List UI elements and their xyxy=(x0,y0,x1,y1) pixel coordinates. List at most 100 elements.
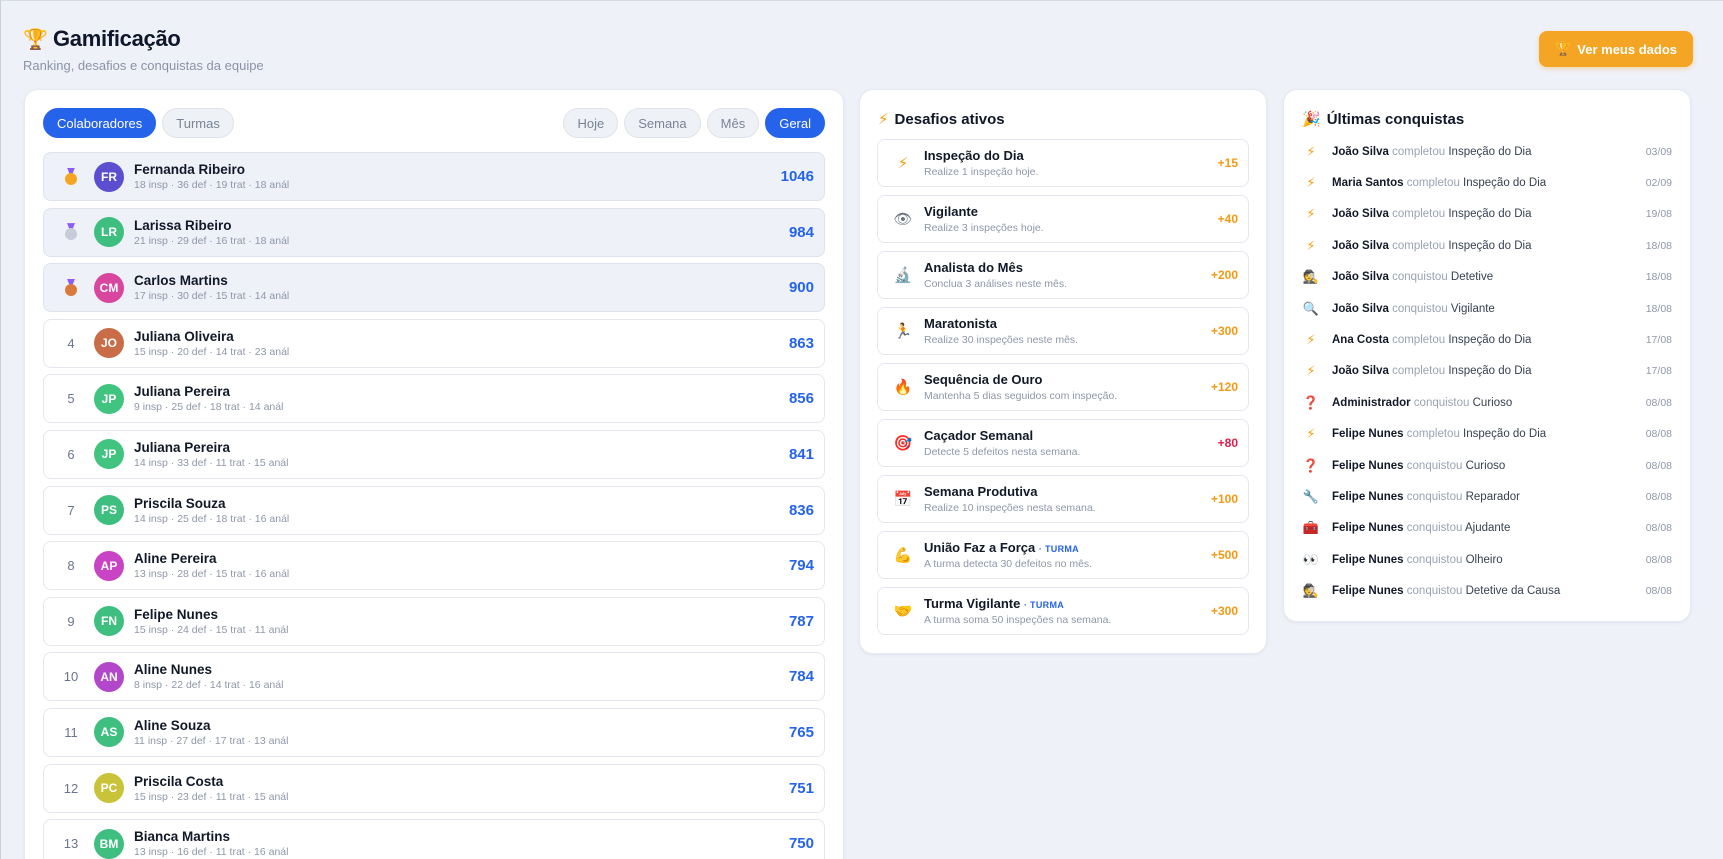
achievement-name: Inspeção do Dia xyxy=(1463,177,1547,190)
achievements-card: 🎉 Últimas conquistas ⚡ João Silva complet… xyxy=(1283,89,1691,622)
person-info: Larissa Ribeiro 21 insp · 29 def · 16 tra… xyxy=(134,218,789,247)
person-info: Bianca Martins 13 insp · 16 def · 11 trat… xyxy=(134,829,789,858)
challenges-card: ⚡ Desafios ativos ⚡ Inspeção do Dia Realiz… xyxy=(859,89,1267,654)
person-stats: 15 insp · 20 def · 14 trat · 23 anál xyxy=(134,345,290,358)
challenge-points: +500 xyxy=(1210,548,1238,562)
ranking-row[interactable]: 9 FN Felipe Nunes 15 insp · 24 def · 15 tra… xyxy=(43,596,825,646)
tab-period-3[interactable]: Geral xyxy=(765,108,825,138)
person-name: Aline Nunes xyxy=(134,662,213,678)
rank-position: 13 xyxy=(63,836,79,852)
achievement-date: 17/08 xyxy=(1645,334,1672,347)
achievement-text: João Silva completou Inspeção do Dia xyxy=(1332,208,1646,220)
achievement-date: 08/08 xyxy=(1645,428,1672,441)
achievement-verb: conquistou xyxy=(1406,459,1463,472)
achievement-item: ⚡ João Silva completou Inspeção do Dia 19/… xyxy=(1302,199,1672,230)
rank-position: 11 xyxy=(64,724,78,740)
achievement-name: Ajudante xyxy=(1464,522,1511,535)
achievements-header: 🎉 Últimas conquistas xyxy=(1302,110,1464,129)
ranking-row[interactable]: FR Fernanda Ribeiro 18 insp · 36 def · 19 … xyxy=(43,152,825,201)
achievement-text: Felipe Nunes conquistou Olheiro xyxy=(1332,554,1646,566)
ranking-row[interactable]: 13 BM Bianca Martins 13 insp · 16 def · 11 … xyxy=(43,819,825,859)
avatar: JO xyxy=(94,328,124,359)
achievement-date: 18/08 xyxy=(1645,271,1672,284)
tab-period-2[interactable]: Mês xyxy=(706,108,760,138)
tab-scope-1[interactable]: Turmas xyxy=(162,108,234,138)
ranking-row[interactable]: CM Carlos Martins 17 insp · 30 def · 15 tr… xyxy=(43,263,825,313)
tab-period-0[interactable]: Hoje xyxy=(563,108,619,138)
ranking-row[interactable]: 10 AN Aline Nunes 8 insp · 22 def · 14 trat… xyxy=(43,652,825,702)
avatar: BM xyxy=(94,828,124,859)
achievement-verb: conquistou xyxy=(1406,553,1463,566)
points-value: 856 xyxy=(788,390,814,408)
achievement-text: Administrador conquistou Curioso xyxy=(1332,397,1646,409)
points-value: 751 xyxy=(788,779,814,797)
achievement-item: ❓ Administrador conquistou Curioso 08/08 xyxy=(1302,387,1672,418)
achievement-text: João Silva completou Inspeção do Dia xyxy=(1332,146,1646,158)
challenge-item[interactable]: 🤝 Turma Vigilante · TURMA A turma soma 50 … xyxy=(877,587,1249,635)
tab-period-1[interactable]: Semana xyxy=(624,108,701,138)
bolt-icon: ⚡ xyxy=(1306,426,1316,442)
challenge-name-row: Semana Produtiva xyxy=(924,484,1211,499)
view-my-data-button[interactable]: 🏆 Ver meus dados xyxy=(1539,31,1693,67)
person-name: Carlos Martins xyxy=(134,273,228,289)
rank-position: 8 xyxy=(67,558,75,574)
challenge-item[interactable]: 🎯 Caçador Semanal Detecte 5 defeitos nesta… xyxy=(877,419,1249,467)
points-value: 984 xyxy=(788,223,814,241)
ranking-row[interactable]: 11 AS Aline Souza 11 insp · 27 def · 17 tra… xyxy=(43,707,825,757)
person-info: Aline Pereira 13 insp · 28 def · 15 trat … xyxy=(134,551,789,580)
points-value: 750 xyxy=(788,835,814,853)
avatar: AP xyxy=(94,550,124,581)
points-value: 784 xyxy=(788,668,814,686)
achievement-user: João Silva xyxy=(1332,302,1389,315)
challenge-item[interactable]: 🔥 Sequência de Ouro Mantenha 5 dias seguid… xyxy=(877,363,1249,411)
avatar: CM xyxy=(94,272,124,303)
achievement-user: Felipe Nunes xyxy=(1332,553,1404,566)
challenges-title: Desafios ativos xyxy=(894,110,1005,128)
achievement-user: João Silva xyxy=(1332,239,1389,252)
person-info: Priscila Souza 14 insp · 25 def · 18 trat… xyxy=(134,496,789,525)
person-info: Juliana Pereira 14 insp · 33 def · 11 tra… xyxy=(134,440,789,469)
avatar: JP xyxy=(94,383,124,414)
person-name: Larissa Ribeiro xyxy=(134,217,232,233)
challenge-item[interactable]: 📅 Semana Produtiva Realize 10 inspeções ne… xyxy=(877,475,1249,523)
person-stats: 13 insp · 28 def · 15 trat · 16 anál xyxy=(134,568,290,581)
challenge-item[interactable]: 💪 União Faz a Força · TURMA A turma detect… xyxy=(877,531,1249,579)
achievement-verb: completou xyxy=(1392,208,1446,221)
achievement-item: ⚡ João Silva completou Inspeção do Dia 03/… xyxy=(1302,136,1672,167)
ranking-row[interactable]: 5 JP Juliana Pereira 9 insp · 25 def · 18 t… xyxy=(43,374,825,424)
achievement-item: ⚡ João Silva completou Inspeção do Dia 17/… xyxy=(1302,356,1672,387)
bolt-icon: ⚡ xyxy=(1306,175,1316,191)
ranking-card: Colaboradores Turmas Hoje Semana Mês Geral F… xyxy=(24,89,844,859)
person-name: Aline Souza xyxy=(134,717,211,733)
ranking-row[interactable]: 4 JO Juliana Oliveira 15 insp · 20 def · 14… xyxy=(43,318,825,368)
ranking-row[interactable]: 6 JP Juliana Pereira 14 insp · 33 def · 11 … xyxy=(43,429,825,479)
person-stats: 11 insp · 27 def · 17 trat · 13 anál xyxy=(134,734,289,747)
person-name: Bianca Martins xyxy=(134,829,231,845)
achievement-name: Inspeção do Dia xyxy=(1448,208,1532,221)
challenge-item[interactable]: ⚡ Inspeção do Dia Realize 1 inspeção hoje.… xyxy=(877,139,1249,187)
challenge-item[interactable]: 👁 Vigilante Realize 3 inspeções hoje. +40 xyxy=(877,195,1249,243)
eyes-icon: 👀 xyxy=(1302,551,1320,567)
ranking-row[interactable]: 7 PS Priscila Souza 14 insp · 25 def · 18 t… xyxy=(43,485,825,535)
avatar: PS xyxy=(94,495,124,526)
achievement-text: João Silva conquistou Vigilante xyxy=(1332,303,1646,315)
achievement-date: 08/08 xyxy=(1645,553,1672,566)
ranking-row[interactable]: 8 AP Aline Pereira 13 insp · 28 def · 15 tr… xyxy=(43,541,825,591)
challenge-text: Turma Vigilante · TURMA A turma soma 50 i… xyxy=(924,596,1211,626)
achievement-item: 🕵 Felipe Nunes conquistou Detetive da Cau… xyxy=(1302,575,1672,606)
achievement-user: Administrador xyxy=(1332,396,1411,409)
question-icon: ❓ xyxy=(1302,394,1320,410)
challenge-item[interactable]: 🔬 Analista do Mês Conclua 3 análises neste… xyxy=(877,251,1249,299)
tab-scope-0[interactable]: Colaboradores xyxy=(43,108,157,138)
challenge-item[interactable]: 🏃 Maratonista Realize 30 inspeções neste m… xyxy=(877,307,1249,355)
achievement-verb: conquistou xyxy=(1392,302,1448,315)
achievement-text: Ana Costa completou Inspeção do Dia xyxy=(1332,334,1646,346)
person-info: Aline Souza 11 insp · 27 def · 17 trat · … xyxy=(134,718,789,747)
person-name: Juliana Pereira xyxy=(134,439,231,455)
detective-icon: 🕵 xyxy=(1302,269,1320,285)
ranking-row[interactable]: LR Larissa Ribeiro 21 insp · 29 def · 16 t… xyxy=(43,207,825,257)
avatar: PC xyxy=(94,773,124,804)
team-tag: · TURMA xyxy=(1023,600,1065,610)
achievement-date: 08/08 xyxy=(1645,396,1672,409)
ranking-row[interactable]: 12 PC Priscila Costa 15 insp · 23 def · 11 … xyxy=(43,763,825,813)
